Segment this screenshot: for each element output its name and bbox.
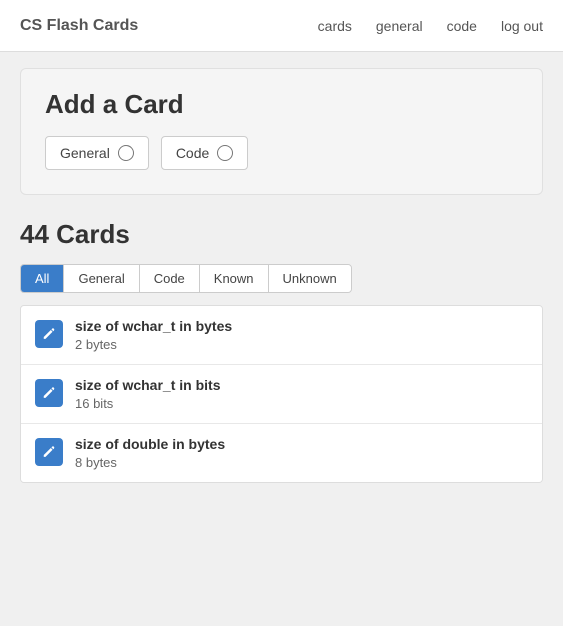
nav-link-cards[interactable]: cards [318, 18, 352, 34]
card-answer: 16 bits [75, 396, 220, 411]
navbar-links: cards general code log out [318, 18, 543, 34]
radio-label-code-text: Code [176, 145, 209, 161]
filter-tab-known[interactable]: Known [200, 265, 269, 292]
radio-general[interactable] [118, 145, 134, 161]
add-card-section: Add a Card General Code [20, 68, 543, 195]
list-item: size of wchar_t in bytes 2 bytes [21, 306, 542, 365]
radio-label-code[interactable]: Code [161, 136, 248, 170]
nav-link-logout[interactable]: log out [501, 18, 543, 34]
card-question: size of wchar_t in bits [75, 377, 220, 393]
cards-list: size of wchar_t in bytes 2 bytes size of… [20, 305, 543, 483]
radio-label-general-text: General [60, 145, 110, 161]
filter-tab-unknown[interactable]: Unknown [269, 265, 351, 292]
filter-tab-code[interactable]: Code [140, 265, 200, 292]
add-card-title: Add a Card [45, 89, 518, 120]
card-question: size of double in bytes [75, 436, 225, 452]
nav-link-code[interactable]: code [447, 18, 477, 34]
edit-icon [42, 327, 56, 341]
navbar: CS Flash Cards cards general code log ou… [0, 0, 563, 52]
edit-icon [42, 445, 56, 459]
nav-link-general[interactable]: general [376, 18, 423, 34]
edit-icon [42, 386, 56, 400]
radio-code[interactable] [217, 145, 233, 161]
edit-card-button[interactable] [35, 379, 63, 407]
main-content: Add a Card General Code 44 Cards All Gen… [0, 52, 563, 499]
filter-tab-general[interactable]: General [64, 265, 139, 292]
card-info: size of double in bytes 8 bytes [75, 436, 225, 470]
card-answer: 8 bytes [75, 455, 225, 470]
card-type-radio-group: General Code [45, 136, 518, 170]
card-answer: 2 bytes [75, 337, 232, 352]
filter-tab-all[interactable]: All [21, 265, 64, 292]
navbar-brand: CS Flash Cards [20, 17, 318, 35]
list-item: size of double in bytes 8 bytes [21, 424, 542, 482]
radio-label-general[interactable]: General [45, 136, 149, 170]
edit-card-button[interactable] [35, 320, 63, 348]
cards-count: 44 Cards [20, 219, 543, 250]
edit-card-button[interactable] [35, 438, 63, 466]
card-info: size of wchar_t in bytes 2 bytes [75, 318, 232, 352]
card-question: size of wchar_t in bytes [75, 318, 232, 334]
card-info: size of wchar_t in bits 16 bits [75, 377, 220, 411]
filter-tabs: All General Code Known Unknown [20, 264, 352, 293]
list-item: size of wchar_t in bits 16 bits [21, 365, 542, 424]
